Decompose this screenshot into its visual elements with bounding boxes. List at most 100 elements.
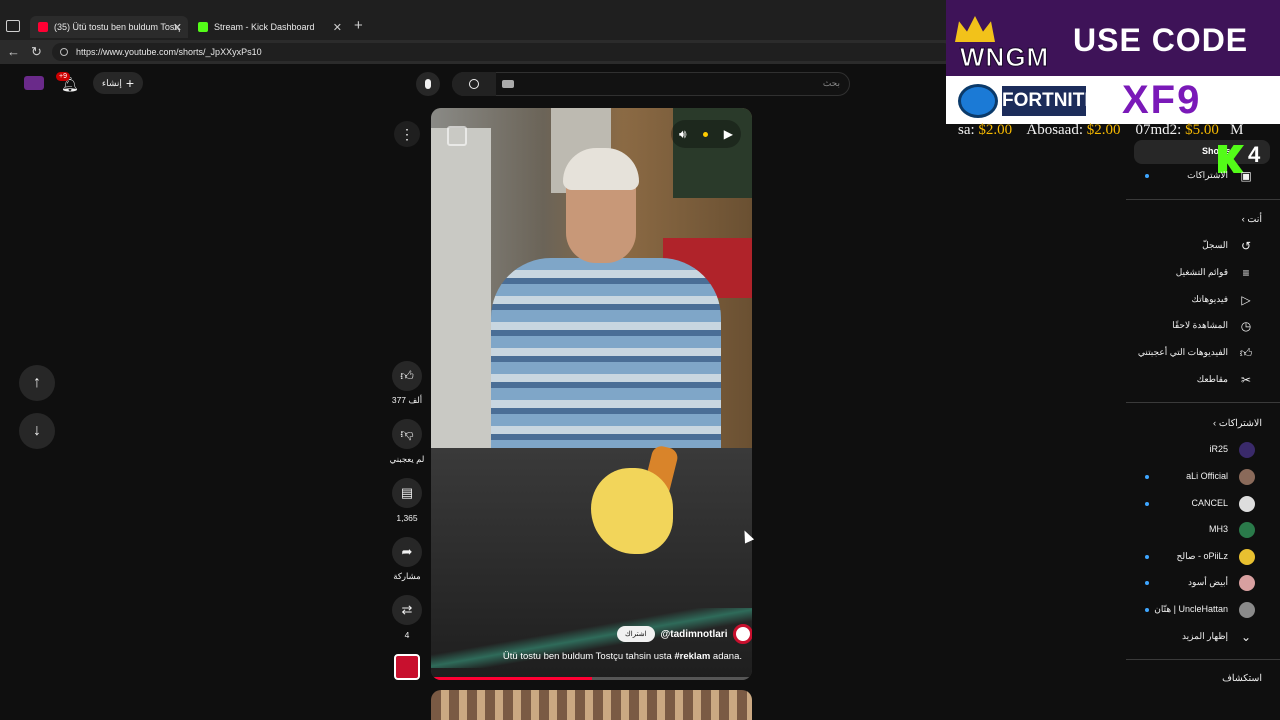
channel-handle[interactable]: @tadimnotlari — [661, 629, 728, 640]
caption-text: adana. — [710, 651, 742, 662]
sidebar-item-your-videos[interactable]: فيديوهاتك ▷ — [1126, 288, 1266, 312]
subscribe-button[interactable]: اشتراك — [617, 626, 655, 642]
donation-amount: $2.00 — [978, 122, 1013, 138]
close-tab-icon[interactable]: ✕ — [173, 21, 182, 34]
thumbs-up-icon: 👍︎ — [1239, 346, 1253, 360]
divider — [1126, 402, 1280, 403]
remix-button[interactable]: ⇄ — [392, 595, 422, 625]
sidebar-item-label: الاشتراكات — [1187, 170, 1228, 180]
sidebar-item-clips[interactable]: مقاطعك ✂ — [1126, 368, 1266, 392]
tab-youtube[interactable]: (35) Ütü tostu ben buldum Tostçu ✕ — [30, 16, 188, 38]
comments-button[interactable]: ▤ — [392, 478, 422, 508]
your-videos-icon: ▷ — [1241, 293, 1251, 307]
url-field[interactable]: https://www.youtube.com/shorts/_JpXXyxPs… — [52, 43, 952, 61]
previous-short-button[interactable]: ↑ — [19, 365, 55, 401]
sidebar-item-label: المشاهدة لاحقًا — [1172, 320, 1228, 330]
sidebar-item-liked-videos[interactable]: الفيديوهات التي أعجبتني 👍︎ — [1126, 341, 1266, 365]
sidebar-item-label: السجلّ — [1202, 240, 1228, 250]
channel-name: iR25 — [1209, 444, 1228, 454]
sidebar-item-channel[interactable]: أبيض أسود — [1126, 571, 1266, 595]
remix-count: 4 — [404, 630, 410, 640]
new-content-dot — [1145, 475, 1149, 479]
tab-title: Stream - Kick Dashboard — [214, 22, 315, 32]
sidebar-item-channel[interactable]: CANCEL — [1126, 492, 1266, 516]
play-icon[interactable]: ▶ — [724, 127, 733, 141]
back-icon[interactable]: ← — [7, 44, 20, 59]
new-tab-icon[interactable]: + — [354, 17, 363, 34]
search-placeholder: بحث — [822, 78, 840, 88]
channel-name: MH3 — [1208, 524, 1228, 534]
keyboard-icon[interactable] — [502, 80, 514, 88]
video-frame — [491, 258, 721, 458]
voice-search-icon[interactable] — [416, 72, 440, 96]
dislike-button[interactable]: 👎︎ — [392, 419, 422, 449]
sidebar-item-channel[interactable]: هتّان | UncleHattan — [1126, 598, 1266, 622]
url-text: https://www.youtube.com/shorts/_JpXXyxPs… — [76, 47, 262, 57]
tab-kick-dashboard[interactable]: Stream - Kick Dashboard ✕ — [190, 16, 348, 38]
create-label: إنشاء — [101, 77, 122, 88]
sidebar-item-label: الفيديوهات التي أعجبتني — [1137, 347, 1228, 357]
video-frame — [591, 468, 673, 554]
reload-icon[interactable]: ↻ — [31, 44, 42, 60]
sidebar-item-channel[interactable]: صالح - oPiiLz — [1126, 545, 1266, 569]
donor-name: Abosaad: — [1026, 122, 1084, 138]
channel-name: هتّان | UncleHattan — [1154, 604, 1228, 614]
section-title: أنت — [1247, 214, 1262, 225]
divider — [1126, 659, 1280, 660]
screen: (35) Ütü tostu ben buldum Tostçu ✕ Strea… — [0, 0, 1280, 720]
hashtag-link[interactable]: #reklam — [674, 651, 710, 662]
caption-text: Ütü tostu ben buldum Tostçu tahsin usta — [502, 651, 675, 662]
sidebar-item-watch-later[interactable]: المشاهدة لاحقًا ◷ — [1126, 314, 1266, 338]
search-icon — [469, 79, 479, 89]
donor-name: M — [1230, 122, 1244, 138]
channel-avatar — [1239, 469, 1255, 485]
next-short-preview[interactable] — [431, 690, 752, 720]
new-content-dot — [1145, 581, 1149, 585]
fullscreen-icon[interactable] — [447, 126, 467, 146]
sidebar-item-channel[interactable]: MH3 — [1126, 518, 1266, 542]
new-content-dot — [1145, 174, 1149, 178]
share-button[interactable]: ➦ — [392, 537, 422, 567]
subscriptions-section-heading[interactable]: ‹ الاشتراكات — [1126, 418, 1262, 429]
video-caption[interactable]: Ütü tostu ben buldum Tostçu tahsin usta … — [431, 651, 742, 662]
more-options-icon[interactable]: ⋮ — [394, 121, 420, 147]
create-button[interactable]: إنشاء + — [93, 72, 143, 94]
sound-avatar[interactable] — [394, 654, 420, 680]
sidebar-item-history[interactable]: السجلّ ↺ — [1126, 234, 1266, 258]
divider — [1126, 199, 1280, 200]
volume-icon[interactable]: 🔊︎ — [679, 127, 687, 142]
kick-favicon-icon — [198, 22, 208, 32]
sidebar-item-playlists[interactable]: قوائم التشغيل ≡ — [1126, 261, 1266, 285]
short-video-player[interactable]: 🔊︎ ▶ اشتراك @tadimnotlari Ütü tostu ben … — [431, 108, 752, 680]
channel-name: aLi Official — [1186, 471, 1228, 481]
channel-name: أبيض أسود — [1188, 577, 1228, 587]
next-short-button[interactable]: ↓ — [19, 413, 55, 449]
video-progress-bar[interactable] — [431, 677, 752, 680]
like-count: 377 ألف — [391, 395, 423, 405]
you-section-heading[interactable]: ‹ أنت — [1126, 214, 1262, 225]
playlist-icon: ≡ — [1242, 266, 1250, 280]
share-label: مشاركة — [393, 571, 421, 581]
sidebar-item-subscriptions[interactable]: الاشتراكات ▣ — [1126, 164, 1266, 188]
sidebar-item-channel[interactable]: aLi Official — [1126, 465, 1266, 489]
search-button[interactable] — [452, 72, 496, 96]
channel-avatar[interactable] — [733, 624, 752, 644]
explore-section-heading: استكشاف — [1222, 673, 1262, 684]
like-button[interactable]: 👍︎ — [392, 361, 422, 391]
show-more-button[interactable]: إظهار المزيد ⌄ — [1126, 625, 1266, 649]
channel-avatar — [1239, 496, 1255, 512]
sidebar-item-label: فيديوهاتك — [1191, 294, 1228, 304]
comment-count: 1,365 — [396, 513, 418, 523]
rocket-league-logo-icon — [958, 84, 998, 118]
new-content-dot — [1145, 555, 1149, 559]
scissors-icon: ✂ — [1240, 373, 1252, 387]
window-menu-icon[interactable] — [6, 20, 20, 32]
site-info-icon[interactable] — [60, 48, 68, 56]
new-content-dot — [1145, 502, 1149, 506]
donation-amount: $5.00 — [1185, 122, 1219, 138]
brand-logo: WNGM — [959, 42, 1050, 73]
close-tab-icon[interactable]: ✕ — [333, 21, 342, 34]
avatar[interactable] — [24, 76, 44, 90]
video-frame — [431, 128, 491, 468]
sidebar-item-channel[interactable]: iR25 — [1126, 438, 1266, 462]
